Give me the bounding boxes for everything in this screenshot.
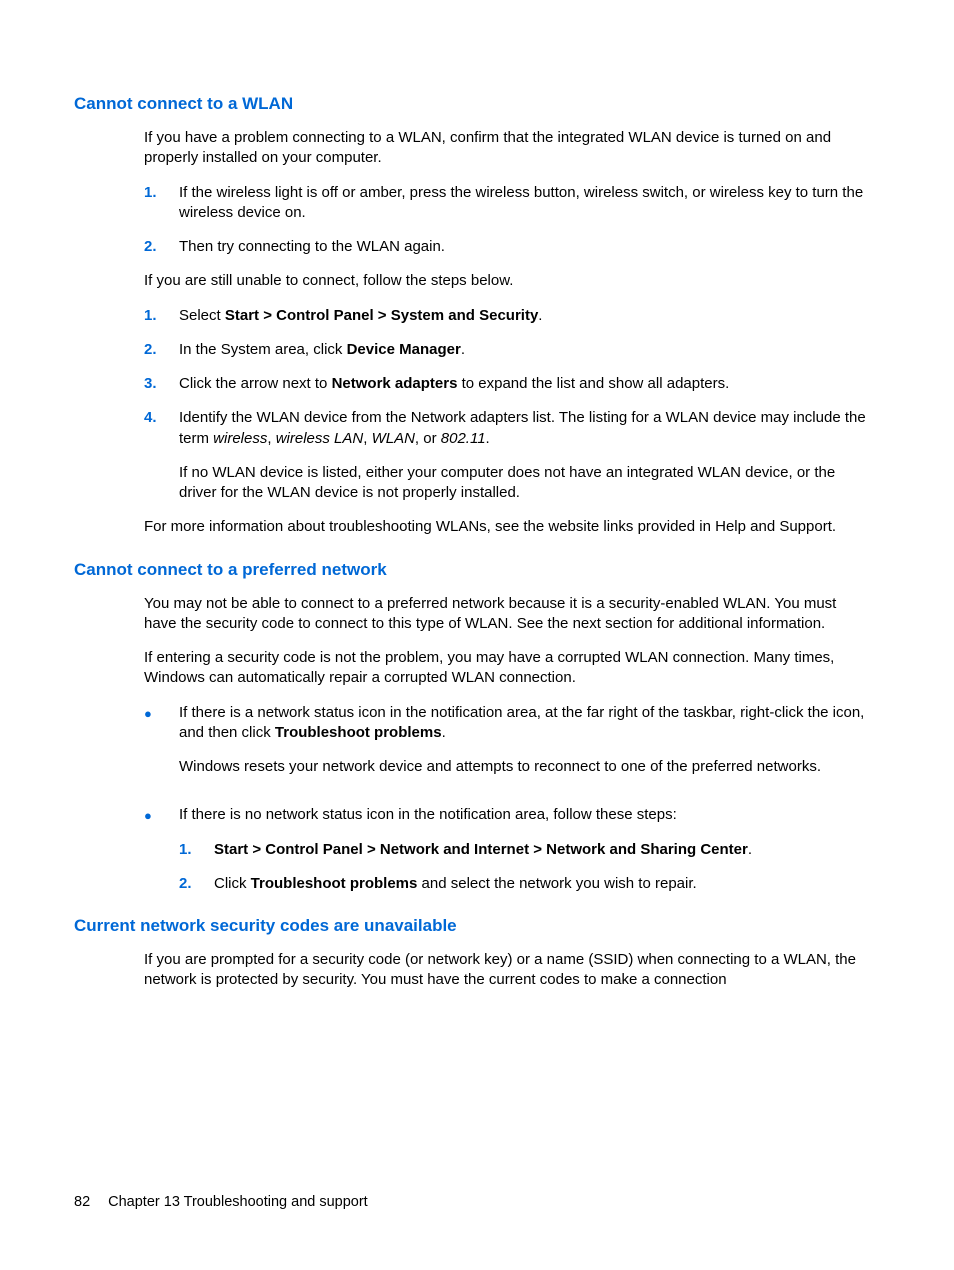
list-content: Select Start > Control Panel > System an… <box>179 306 870 326</box>
bullet-icon: ● <box>144 805 179 894</box>
list-content: If the wireless light is off or amber, p… <box>179 183 870 224</box>
paragraph: If you are prompted for a security code … <box>144 950 870 991</box>
list-item: ● If there is a network status icon in t… <box>144 703 870 792</box>
list-content: Start > Control Panel > Network and Inte… <box>214 840 870 860</box>
list-number: 4. <box>144 408 179 503</box>
paragraph: For more information about troubleshooti… <box>144 517 870 537</box>
list-content: If there is a network status icon in the… <box>179 703 870 792</box>
list-content: If there is no network status icon in th… <box>179 805 870 894</box>
list-number: 2. <box>179 874 214 894</box>
list-number: 2. <box>144 237 179 257</box>
list-item: 2. Click Troubleshoot problems and selec… <box>179 874 870 894</box>
bullet-icon: ● <box>144 703 179 792</box>
ordered-list: 1. If the wireless light is off or amber… <box>144 183 870 258</box>
paragraph: If you are still unable to connect, foll… <box>144 271 870 291</box>
page-footer: 82 Chapter 13 Troubleshooting and support <box>74 1194 368 1210</box>
page-number: 82 <box>74 1194 90 1210</box>
list-number: 2. <box>144 340 179 360</box>
section-heading: Cannot connect to a WLAN <box>74 94 880 114</box>
list-item: 4. Identify the WLAN device from the Net… <box>144 408 870 503</box>
list-number: 1. <box>144 306 179 326</box>
list-item: 1. Select Start > Control Panel > System… <box>144 306 870 326</box>
section-heading: Cannot connect to a preferred network <box>74 560 880 580</box>
nested-ordered-list: 1. Start > Control Panel > Network and I… <box>179 840 870 895</box>
list-number: 3. <box>144 374 179 394</box>
section-heading: Current network security codes are unava… <box>74 916 880 936</box>
list-content: Then try connecting to the WLAN again. <box>179 237 870 257</box>
ordered-list: 1. Select Start > Control Panel > System… <box>144 306 870 504</box>
list-content: Identify the WLAN device from the Networ… <box>179 408 870 503</box>
list-item: 3. Click the arrow next to Network adapt… <box>144 374 870 394</box>
list-content: Click the arrow next to Network adapters… <box>179 374 870 394</box>
list-item: ● If there is no network status icon in … <box>144 805 870 894</box>
bullet-list: ● If there is a network status icon in t… <box>144 703 870 895</box>
list-item: 1. If the wireless light is off or amber… <box>144 183 870 224</box>
paragraph: If you have a problem connecting to a WL… <box>144 128 870 169</box>
list-item: 2. Then try connecting to the WLAN again… <box>144 237 870 257</box>
list-number: 1. <box>144 183 179 224</box>
list-number: 1. <box>179 840 214 860</box>
paragraph: You may not be able to connect to a pref… <box>144 594 870 635</box>
paragraph: If entering a security code is not the p… <box>144 648 870 689</box>
chapter-label: Chapter 13 Troubleshooting and support <box>108 1194 368 1210</box>
list-item: 1. Start > Control Panel > Network and I… <box>179 840 870 860</box>
list-content: In the System area, click Device Manager… <box>179 340 870 360</box>
list-content: Click Troubleshoot problems and select t… <box>214 874 870 894</box>
list-item: 2. In the System area, click Device Mana… <box>144 340 870 360</box>
